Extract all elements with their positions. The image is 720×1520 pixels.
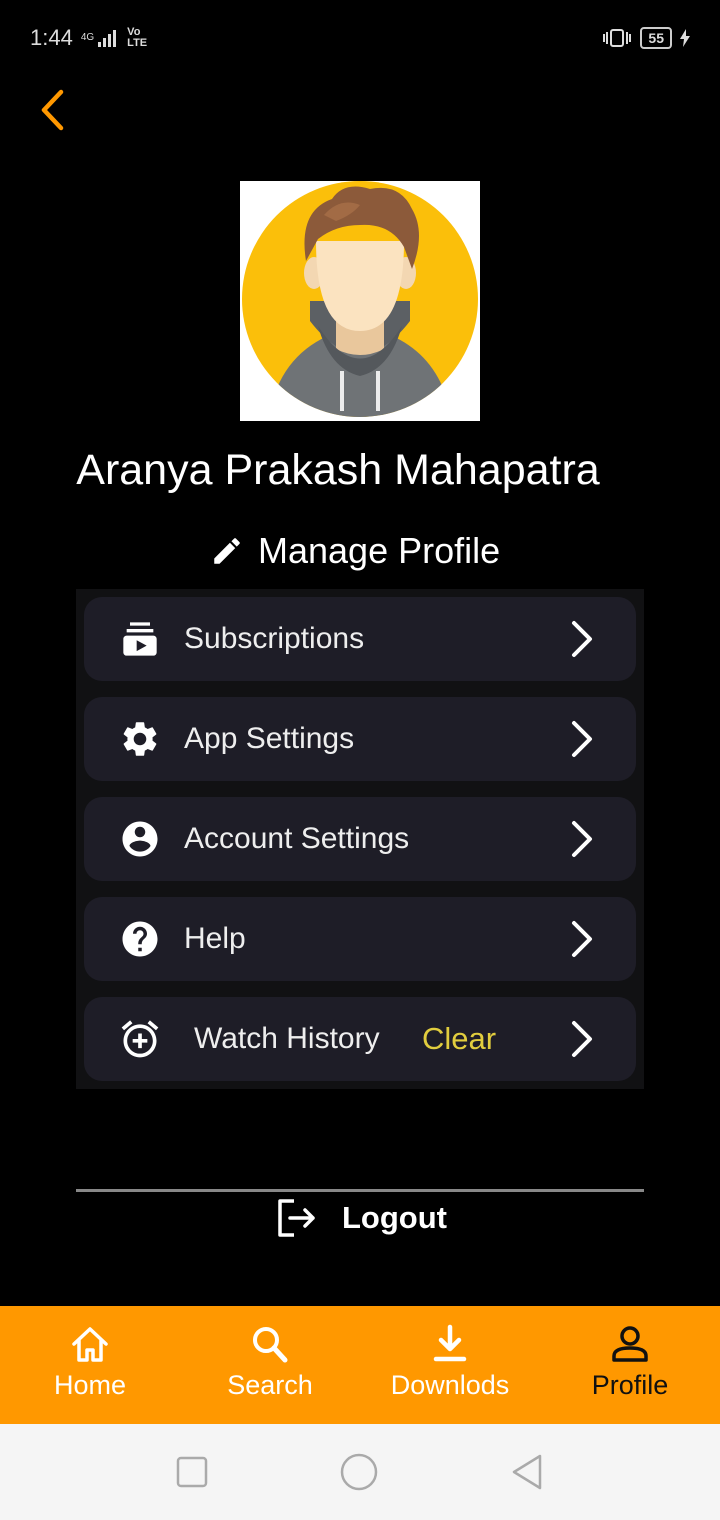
volte-indicator: Vo LTE (127, 26, 148, 49)
nav-label: Home (53, 1370, 127, 1400)
chevron-right-icon (572, 821, 592, 857)
back-arrow-icon (41, 89, 64, 131)
avatar (240, 181, 480, 421)
status-bar: 1:44 4G Vo LTE 55 (0, 0, 720, 76)
bottom-navigation: Home Search Downlods Profile (0, 1306, 720, 1424)
status-time: 1:44 (30, 25, 73, 50)
recents-icon[interactable] (176, 1456, 208, 1488)
menu-item-subscriptions[interactable]: Subscriptions (84, 597, 636, 681)
network-indicator: 4G (81, 29, 119, 47)
logout-button[interactable]: Logout (276, 1196, 447, 1240)
menu-item-watch-history[interactable]: Watch History Clear (84, 997, 636, 1081)
menu-item-label: Subscriptions (184, 622, 365, 655)
back-button[interactable] (26, 84, 78, 136)
logout-divider (76, 1189, 644, 1192)
vibrate-icon (603, 29, 632, 47)
help-icon (118, 919, 162, 959)
logout-label: Logout (342, 1200, 448, 1235)
chevron-right-icon (572, 721, 592, 757)
logout-icon (278, 1199, 315, 1237)
menu-item-label: Watch History (194, 1022, 380, 1055)
nav-profile[interactable]: Profile (540, 1306, 720, 1424)
nav-label: Downlods (390, 1370, 510, 1400)
menu-item-label: Account Settings (184, 822, 410, 855)
chevron-right-icon (572, 921, 592, 957)
clear-history-button[interactable]: Clear (422, 1021, 496, 1057)
signal-icon (98, 30, 117, 47)
network-label: 4G (80, 32, 95, 43)
person-icon (612, 1326, 648, 1362)
menu-item-label: Help (184, 922, 246, 955)
nav-label: Search (227, 1370, 313, 1400)
system-navigation-bar (0, 1424, 720, 1520)
nav-search[interactable]: Search (180, 1306, 360, 1424)
nav-downloads[interactable]: Downlods (360, 1306, 540, 1424)
settings-menu: Subscriptions App Settings Account Setti… (76, 589, 644, 1089)
subscriptions-icon (118, 619, 162, 659)
avatar-illustration (242, 181, 478, 417)
home-icon (72, 1327, 108, 1362)
profile-name: Aranya Prakash Mahapatra (76, 446, 600, 494)
account-circle-icon (118, 819, 162, 859)
gear-icon (118, 719, 162, 759)
back-triangle-icon[interactable] (510, 1453, 544, 1491)
search-icon (253, 1327, 288, 1363)
pencil-icon (214, 538, 240, 564)
manage-profile-button[interactable]: Manage Profile (210, 530, 500, 572)
battery-indicator: 55 (640, 27, 672, 49)
menu-item-app-settings[interactable]: App Settings (84, 697, 636, 781)
manage-profile-label: Manage Profile (258, 530, 501, 571)
menu-item-account-settings[interactable]: Account Settings (84, 797, 636, 881)
nav-home[interactable]: Home (0, 1306, 180, 1424)
chevron-right-icon (572, 1021, 592, 1057)
menu-item-label: App Settings (184, 722, 355, 755)
charging-icon (680, 29, 690, 47)
download-icon (433, 1324, 467, 1362)
home-circle-icon[interactable] (340, 1453, 378, 1491)
chevron-right-icon (572, 621, 592, 657)
nav-label: Profile (591, 1370, 669, 1400)
menu-item-help[interactable]: Help (84, 897, 636, 981)
alarm-add-icon (118, 1019, 162, 1059)
